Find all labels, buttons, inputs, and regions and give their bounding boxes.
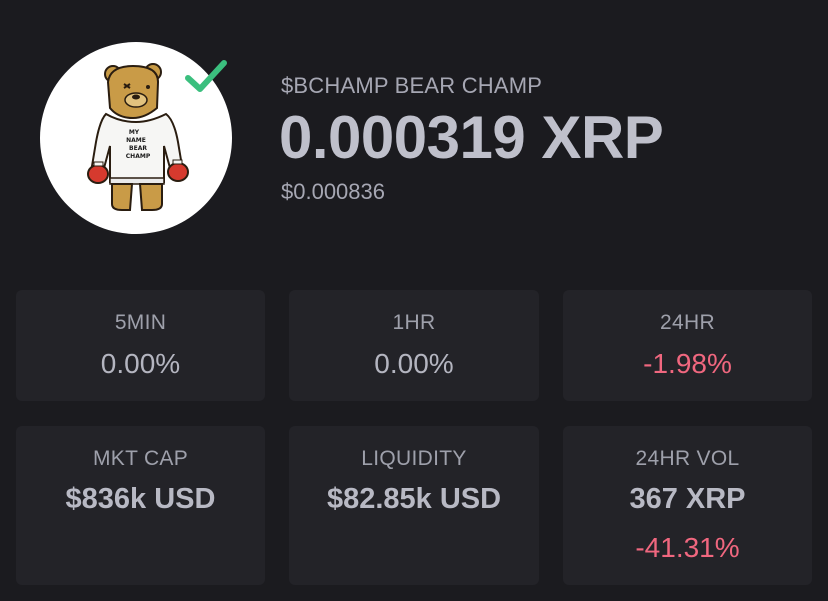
stat-card-liquidity: LIQUIDITY $82.85k USD — [289, 426, 539, 585]
verified-check-icon — [183, 57, 229, 95]
stat-value: 367 XRP — [629, 483, 746, 515]
shirt-line-4: CHAMP — [126, 153, 151, 160]
change-card-1hr: 1HR 0.00% — [289, 290, 539, 401]
change-card-5min: 5MIN 0.00% — [16, 290, 265, 401]
change-value: 0.00% — [100, 348, 181, 379]
change-value: -1.98% — [643, 348, 732, 379]
change-label: 1HR — [392, 311, 436, 334]
token-page: MY NAME BEAR CHAMP $BCHAMP BEAR CHAMP 0.… — [0, 0, 828, 601]
stat-card-mkt-cap: MKT CAP $836k USD — [16, 426, 265, 585]
stat-value: $82.85k USD — [326, 483, 502, 515]
stat-change-value: -41.31% — [635, 532, 740, 563]
stat-value: $836k USD — [65, 483, 216, 515]
token-name: $BCHAMP BEAR CHAMP — [281, 73, 543, 98]
stat-card-24hr-vol: 24HR VOL 367 XRP -41.31% — [563, 426, 812, 585]
stat-label: MKT CAP — [92, 447, 189, 470]
change-value: 0.00% — [374, 348, 454, 379]
stat-label: LIQUIDITY — [361, 447, 467, 470]
change-label: 5MIN — [114, 311, 167, 334]
token-price-xrp: 0.000319 XRP — [279, 104, 664, 171]
shirt-line-2: NAME — [126, 137, 146, 144]
change-card-24hr: 24HR -1.98% — [563, 290, 812, 401]
stat-label: 24HR VOL — [635, 447, 740, 470]
token-price-usd: $0.000836 — [281, 179, 385, 204]
change-label: 24HR — [660, 311, 715, 334]
shirt-line-3: BEAR — [129, 145, 147, 152]
shirt-line-1: MY — [129, 129, 140, 136]
